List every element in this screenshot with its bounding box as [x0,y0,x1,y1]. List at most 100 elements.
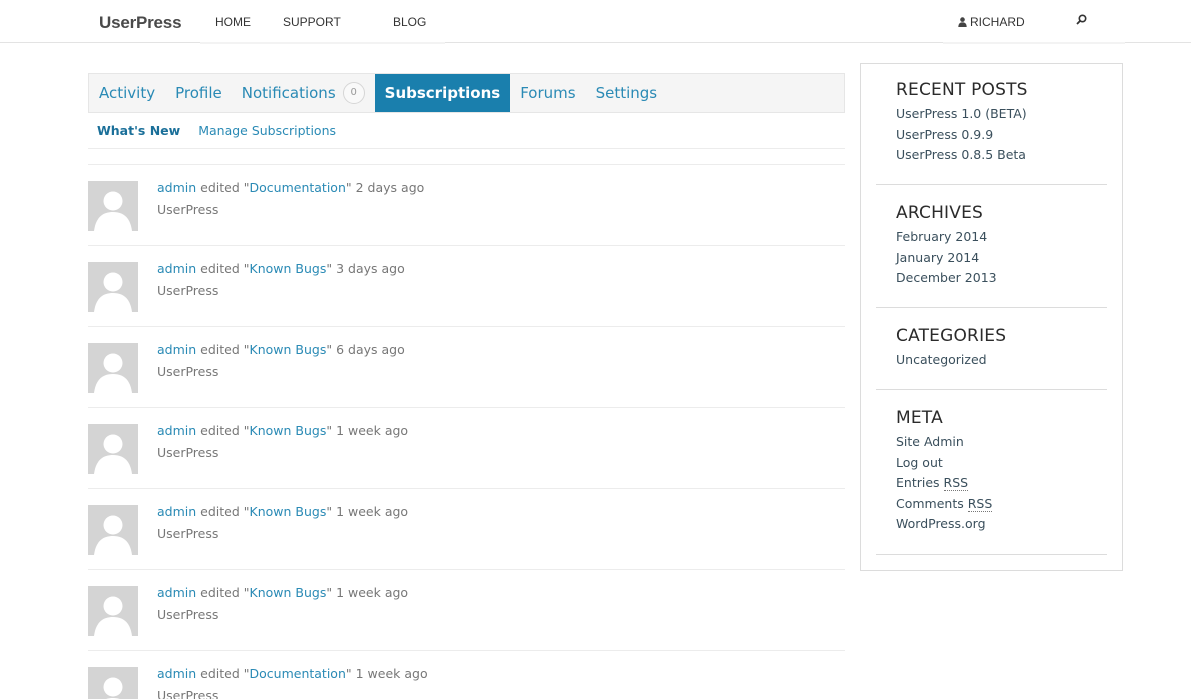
avatar[interactable] [88,505,138,555]
nav-search-button[interactable] [1076,13,1087,28]
activity-page-link[interactable]: Known Bugs [250,423,327,438]
widget-title: RECENT POSTS [896,80,1028,100]
subtab-whats-new[interactable]: What's New [88,123,189,148]
activity-page-link[interactable]: Known Bugs [250,261,327,276]
quote-close: " [326,423,333,438]
tab-subscriptions[interactable]: Subscriptions [374,74,511,112]
nav-user-menu[interactable]: RICHARD [958,15,1025,29]
tab-activity[interactable]: Activity [89,74,165,112]
activity-user-link[interactable]: admin [157,342,196,357]
avatar[interactable] [88,262,138,312]
archive-link[interactable]: February 2014 [896,227,1107,248]
nav-blog[interactable]: BLOG [393,15,426,29]
activity-page-link[interactable]: Known Bugs [250,342,327,357]
archive-link[interactable]: December 2013 [896,268,1107,289]
activity-user-link[interactable]: admin [157,423,196,438]
meta-site-admin-link[interactable]: Site Admin [896,432,1107,453]
widget-archives: ARCHIVES February 2014 January 2014 Dece… [876,203,1107,308]
nav-user-name: RICHARD [970,15,1025,29]
widget-recent-posts: RECENT POSTS UserPress 1.0 (BETA) UserPr… [876,80,1107,185]
activity-page-link[interactable]: Known Bugs [250,504,327,519]
activity-user-link[interactable]: admin [157,180,196,195]
activity-page-link[interactable]: Known Bugs [250,585,327,600]
rss-abbr: RSS [967,495,993,512]
activity-user-link[interactable]: admin [157,261,196,276]
avatar[interactable] [88,424,138,474]
activity-item: admin edited "Known Bugs" 3 days ago User… [88,246,845,327]
subtab-manage-subscriptions[interactable]: Manage Subscriptions [189,123,345,148]
tab-settings[interactable]: Settings [586,74,668,112]
avatar[interactable] [88,343,138,393]
subscription-subtabs: What's New Manage Subscriptions [88,123,845,149]
person-icon [958,17,967,27]
recent-post-link[interactable]: UserPress 1.0 (BETA) [896,104,1107,125]
widget-title: ARCHIVES [896,203,984,223]
archive-link[interactable]: January 2014 [896,248,1107,269]
activity-site: UserPress [157,283,219,298]
meta-comments-rss-link[interactable]: Comments RSS [896,494,1107,515]
recent-post-link[interactable]: UserPress 0.8.5 Beta [896,145,1107,166]
activity-site: UserPress [157,202,219,217]
nav-underline [943,42,1125,44]
activity-item: admin edited "Known Bugs" 1 week ago User… [88,408,845,489]
rss-abbr: RSS [943,475,969,491]
activity-time: 1 week ago [336,585,409,600]
meta-wordpress-link[interactable]: WordPress.org [896,514,1107,535]
meta-comments-label: Comments [896,495,964,511]
activity-text: admin edited "Known Bugs" 3 days ago [157,261,405,276]
site-logo[interactable]: UserPress [99,13,182,33]
avatar[interactable] [88,667,138,699]
activity-item: admin edited "Known Bugs" 6 days ago User… [88,327,845,408]
meta-entries-label: Entries [896,475,940,490]
activity-user-link[interactable]: admin [157,504,196,519]
activity-text: admin edited "Documentation" 1 week ago [157,666,428,681]
activity-item: admin edited "Known Bugs" 1 week ago User… [88,570,845,651]
quote-close: " [326,261,333,276]
sidebar: RECENT POSTS UserPress 1.0 (BETA) UserPr… [860,63,1123,571]
nav-support[interactable]: SUPPORT [283,15,341,29]
activity-time: 1 week ago [336,504,409,519]
activity-site: UserPress [157,688,219,699]
avatar[interactable] [88,586,138,636]
quote-close: " [326,585,333,600]
tab-notifications-label: Notifications [241,84,336,102]
activity-text: admin edited "Known Bugs" 1 week ago [157,504,408,519]
activity-action: edited [200,180,240,195]
activity-user-link[interactable]: admin [157,666,196,681]
widget-meta: META Site Admin Log out Entries RSS Comm… [876,408,1107,555]
activity-action: edited [200,585,240,600]
tab-profile[interactable]: Profile [165,74,232,112]
top-nav: UserPress HOME SUPPORT BLOG RICHARD [0,0,1191,43]
profile-tabs: Activity Profile Notifications 0 Subscri… [88,73,845,113]
quote-close: " [345,180,352,195]
activity-time: 6 days ago [336,342,405,357]
activity-action: edited [200,342,240,357]
tab-notifications[interactable]: Notifications 0 [232,74,375,112]
nav-home[interactable]: HOME [215,15,251,29]
search-icon [1076,14,1087,25]
activity-action: edited [200,666,240,681]
activity-site: UserPress [157,364,219,379]
notifications-count-badge: 0 [342,82,365,104]
activity-text: admin edited "Documentation" 2 days ago [157,180,424,195]
activity-page-link[interactable]: Documentation [250,666,346,681]
widget-title: CATEGORIES [896,326,1007,346]
activity-time: 2 days ago [355,180,425,195]
activity-item: admin edited "Known Bugs" 1 week ago User… [88,489,845,570]
quote-close: " [345,666,352,681]
activity-user-link[interactable]: admin [157,585,196,600]
tab-forums[interactable]: Forums [510,74,585,112]
category-link[interactable]: Uncategorized [896,350,1107,371]
avatar[interactable] [88,181,138,231]
activity-item: admin edited "Documentation" 2 days ago U… [88,165,845,246]
widget-categories: CATEGORIES Uncategorized [876,326,1107,390]
activity-site: UserPress [157,526,219,541]
activity-time: 1 week ago [355,666,428,681]
recent-post-link[interactable]: UserPress 0.9.9 [896,125,1107,146]
activity-site: UserPress [157,445,219,460]
activity-action: edited [200,504,240,519]
activity-page-link[interactable]: Documentation [250,180,346,195]
widget-title: META [896,408,943,428]
meta-log-out-link[interactable]: Log out [896,453,1107,474]
meta-entries-rss-link[interactable]: Entries RSS [896,473,1107,494]
